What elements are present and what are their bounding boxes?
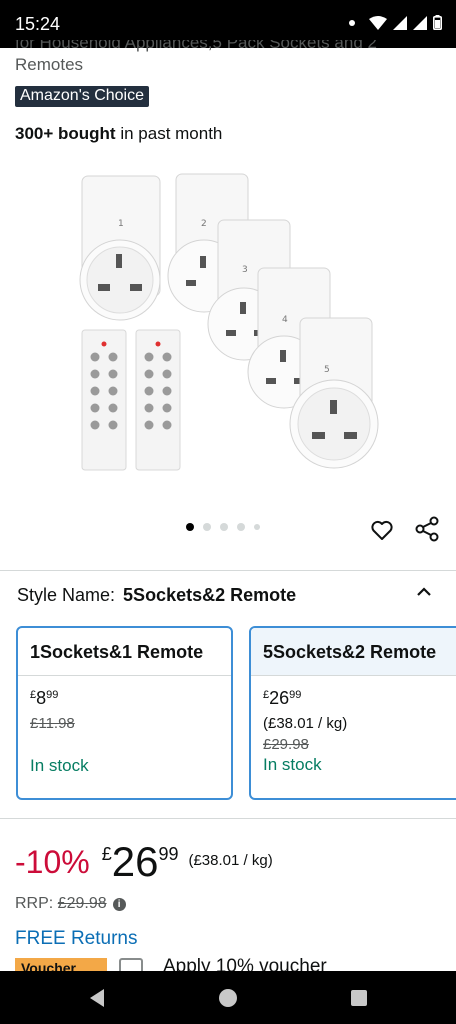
battery-icon bbox=[433, 15, 442, 30]
rrp-value: £29.98 bbox=[57, 895, 107, 912]
price-currency: £ bbox=[101, 844, 112, 864]
style-option-name: 5Sockets&2 Remote bbox=[251, 628, 456, 676]
product-image[interactable]: 1 2 3 4 5 bbox=[70, 168, 390, 478]
carousel-dot-4[interactable] bbox=[237, 523, 245, 531]
svg-text:1: 1 bbox=[118, 219, 124, 229]
rrp-label: RRP: bbox=[15, 895, 58, 912]
socket-5: 5 bbox=[289, 317, 379, 469]
screen: { "status_bar": { "time": "15:24" }, "pr… bbox=[0, 0, 456, 1024]
image-carousel-indicator bbox=[186, 523, 260, 531]
svg-text:2: 2 bbox=[201, 219, 207, 229]
style-option-was-price: £29.98 bbox=[263, 736, 309, 753]
svg-text:4: 4 bbox=[282, 315, 288, 325]
voucher-checkbox[interactable] bbox=[119, 958, 143, 972]
style-option-stock: In stock bbox=[263, 755, 322, 774]
socket-1: 1 bbox=[79, 175, 161, 321]
carousel-dot-2[interactable] bbox=[203, 523, 211, 531]
product-title[interactable]: for Household Appliances,5 Pack Sockets … bbox=[15, 40, 445, 76]
free-returns-link[interactable]: FREE Returns bbox=[15, 928, 137, 950]
product-title-line-1: for Household Appliances,5 Pack Sockets … bbox=[15, 40, 377, 52]
info-icon[interactable]: i bbox=[112, 897, 126, 911]
carousel-dot-3[interactable] bbox=[220, 523, 228, 531]
style-option-body: £2699 (£38.01 / kg) £29.98 In stock bbox=[251, 676, 456, 787]
divider bbox=[0, 818, 456, 819]
wifi-icon bbox=[369, 15, 387, 30]
status-icons bbox=[349, 15, 442, 30]
carousel-dot-5[interactable] bbox=[254, 524, 260, 530]
style-name-label: Style Name: bbox=[17, 585, 116, 605]
style-option-price: £2699 bbox=[263, 688, 302, 708]
product-title-line-2: Remotes bbox=[15, 55, 84, 74]
voucher-row: Voucher Apply 10% voucher bbox=[15, 958, 455, 972]
svg-text:5: 5 bbox=[324, 365, 330, 375]
price-fraction: 99 bbox=[158, 844, 179, 864]
style-option-card-1[interactable]: 1Sockets&1 Remote £899 £11.98 In stock bbox=[16, 626, 233, 800]
signal-icon-2 bbox=[413, 15, 427, 30]
amazons-choice-badge[interactable]: Amazon's Choice bbox=[15, 86, 149, 107]
bought-suffix: in past month bbox=[115, 124, 223, 143]
style-option-price: £899 bbox=[30, 688, 59, 708]
bought-in-past-month: 300+ bought in past month bbox=[15, 124, 222, 144]
home-icon[interactable] bbox=[219, 989, 237, 1007]
rrp-row: RRP: £29.98 i bbox=[15, 895, 126, 913]
discount-percent: -10% bbox=[15, 844, 90, 880]
chevron-up-icon[interactable] bbox=[414, 582, 434, 602]
signal-icon bbox=[393, 15, 407, 30]
remote-control-1 bbox=[81, 329, 127, 471]
recents-icon[interactable] bbox=[351, 990, 367, 1006]
style-option-was-price: £11.98 bbox=[30, 715, 75, 732]
back-icon[interactable] bbox=[88, 988, 106, 1008]
style-option-unit-price: (£38.01 / kg) bbox=[263, 715, 348, 732]
style-option-name: 1Sockets&1 Remote bbox=[18, 628, 231, 676]
style-option-stock: In stock bbox=[30, 756, 89, 775]
status-time: 15:24 bbox=[15, 14, 61, 34]
divider bbox=[0, 570, 456, 571]
heart-icon[interactable] bbox=[370, 518, 394, 542]
price-whole: 26 bbox=[111, 838, 159, 885]
bought-count: 300+ bought bbox=[15, 124, 116, 143]
navigation-bar bbox=[0, 971, 456, 1024]
style-option-body: £899 £11.98 In stock bbox=[18, 676, 231, 788]
share-icon[interactable] bbox=[414, 516, 440, 542]
style-option-card-2[interactable]: 5Sockets&2 Remote £2699 (£38.01 / kg) £2… bbox=[249, 626, 456, 800]
voucher-text[interactable]: Apply 10% voucher bbox=[163, 958, 327, 972]
svg-text:3: 3 bbox=[242, 265, 248, 275]
price-block: -10% £ 26 99 (£38.01 / kg) bbox=[15, 838, 273, 886]
style-name-row[interactable]: Style Name: 5Sockets&2 Remote bbox=[17, 585, 296, 606]
style-name-value: 5Sockets&2 Remote bbox=[123, 585, 297, 605]
remote-control-2 bbox=[135, 329, 181, 471]
unit-price: (£38.01 / kg) bbox=[188, 852, 273, 869]
carousel-dot-1[interactable] bbox=[186, 523, 194, 531]
voucher-badge: Voucher bbox=[15, 958, 107, 972]
notification-dot-icon bbox=[349, 19, 355, 26]
